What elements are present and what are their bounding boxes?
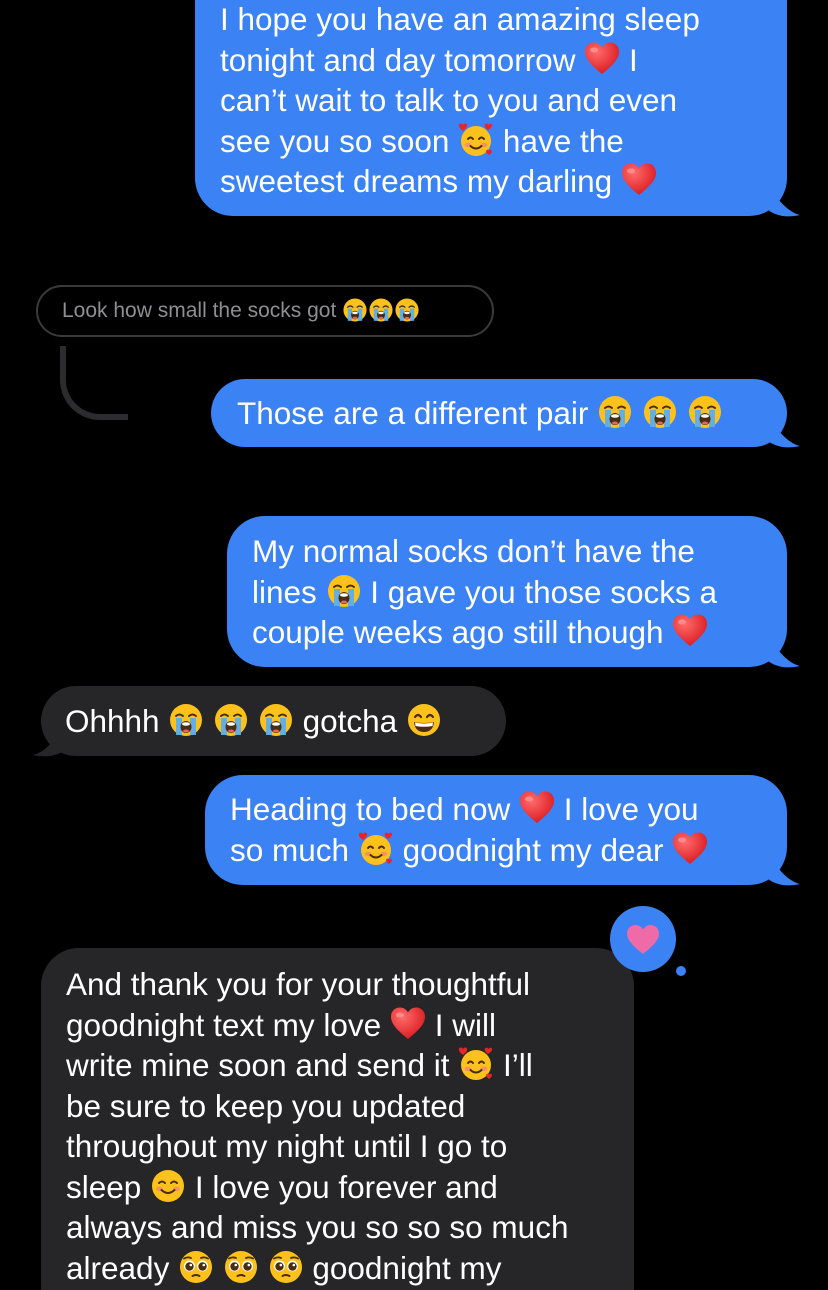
message-text: I gave you those socks a xyxy=(361,573,717,610)
smiling-face-with-hearts-emoji-icon xyxy=(458,122,494,158)
sent-message-bubble[interactable]: Those are a different pair xyxy=(211,379,787,447)
message-text: gotcha xyxy=(293,703,406,739)
pleading-face-emoji-icon xyxy=(223,1249,259,1285)
loudly-crying-face-emoji-icon xyxy=(168,702,204,738)
message-text: have the xyxy=(494,122,624,159)
message-text-line: Heading to bed now I love you xyxy=(230,789,767,830)
smiling-face-with-hearts-emoji-icon xyxy=(358,831,394,867)
message-text: sleep xyxy=(66,1168,151,1205)
message-text: And thank you for your thoughtful xyxy=(66,966,531,1002)
red-heart-emoji-icon xyxy=(519,790,555,826)
smiling-face-with-hearts-emoji-icon xyxy=(458,1046,494,1082)
pleading-face-emoji-icon xyxy=(268,1249,304,1285)
message-text: already xyxy=(66,1249,179,1286)
message-text: throughout my night until I go to xyxy=(66,1128,508,1164)
message-text: I love you forever and xyxy=(186,1168,498,1205)
message-text: Heading to bed now xyxy=(230,791,519,827)
message-text xyxy=(259,1250,268,1286)
received-message-bubble[interactable]: Ohhhh gotcha xyxy=(41,686,506,756)
message-text xyxy=(249,703,258,739)
message-text-line: already goodnight my xyxy=(66,1248,614,1289)
message-text: I hope you have an amazing sleep xyxy=(220,1,700,37)
message-text: I love you xyxy=(554,791,699,827)
message-text-line: Those are a different pair xyxy=(237,393,767,434)
message-text-line: throughout my night until I go to xyxy=(66,1126,614,1167)
message-text: lines xyxy=(252,573,326,610)
loudly-crying-face-emoji-icon xyxy=(597,394,633,430)
message-text: see you so soon xyxy=(220,122,459,159)
message-text-line: see you so soon have the xyxy=(220,121,767,162)
message-text: write mine soon and send it xyxy=(66,1047,459,1083)
heart-icon xyxy=(627,925,659,954)
message-text-line: can’t wait to talk to you and even xyxy=(220,80,767,121)
reply-thread-line xyxy=(60,346,128,420)
message-text: can’t wait to talk to you and even xyxy=(220,82,678,118)
message-text-line: couple weeks ago still though xyxy=(252,612,767,653)
message-text: so much xyxy=(230,831,358,868)
loudly-crying-face-emoji-icon xyxy=(326,573,362,609)
message-text: goodnight my xyxy=(303,1249,502,1286)
message-text: Those are a different pair xyxy=(237,395,598,431)
message-text: be sure to keep you updated xyxy=(66,1087,466,1124)
message-text-line: sweetest dreams my darling xyxy=(220,161,767,202)
message-text: I will xyxy=(425,1006,496,1043)
sent-message-bubble[interactable]: Heading to bed now I love you so much goo… xyxy=(205,775,787,885)
message-text xyxy=(214,1250,223,1286)
red-heart-emoji-icon xyxy=(621,162,657,198)
tapback-tail-dot xyxy=(676,966,686,976)
sent-message-bubble[interactable]: My normal socks don’t have the lines I ga… xyxy=(227,516,787,667)
message-text: couple weeks ago still though xyxy=(252,614,673,650)
message-text: goodnight text my love xyxy=(66,1006,390,1043)
message-text-line: Look how small the socks got xyxy=(62,297,420,323)
sent-message-bubble[interactable]: I hope you have an amazing sleep tonight … xyxy=(195,0,787,216)
loudly-crying-face-emoji-icon xyxy=(368,297,394,323)
received-message-bubble[interactable]: And thank you for your thoughtful goodnig… xyxy=(41,948,634,1290)
loudly-crying-face-emoji-icon xyxy=(213,702,249,738)
message-text-line: goodnight text my love I will xyxy=(66,1005,614,1046)
message-text xyxy=(633,395,642,431)
message-text-line: be sure to keep you updated xyxy=(66,1086,614,1127)
loudly-crying-face-emoji-icon xyxy=(642,394,678,430)
loudly-crying-face-emoji-icon xyxy=(687,394,723,430)
message-text xyxy=(204,703,213,739)
message-text: I’ll xyxy=(494,1047,533,1083)
loudly-crying-face-emoji-icon xyxy=(258,702,294,738)
message-text-line: My normal socks don’t have the xyxy=(252,531,767,572)
message-text: goodnight my dear xyxy=(393,831,673,868)
message-text: I xyxy=(620,41,638,78)
message-text-line: tonight and day tomorrow I xyxy=(220,40,767,81)
message-text: sweetest dreams my darling xyxy=(220,163,621,199)
message-text xyxy=(678,395,687,431)
message-text-line: And thank you for your thoughtful xyxy=(66,964,614,1005)
grinning-face-emoji-icon xyxy=(406,702,442,738)
message-text: Look how small the socks got xyxy=(62,299,343,322)
message-text-line: Ohhhh gotcha xyxy=(65,701,486,742)
message-text: Ohhhh xyxy=(65,703,169,739)
red-heart-emoji-icon xyxy=(672,831,708,867)
quoted-message[interactable]: Look how small the socks got xyxy=(36,285,494,337)
message-text: tonight and day tomorrow xyxy=(220,41,585,78)
heart-tapback-reaction[interactable] xyxy=(610,906,676,972)
message-text-line: I hope you have an amazing sleep xyxy=(220,0,767,40)
red-heart-emoji-icon xyxy=(672,613,708,649)
message-text-line: lines I gave you those socks a xyxy=(252,572,767,613)
red-heart-emoji-icon xyxy=(584,41,620,77)
loudly-crying-face-emoji-icon xyxy=(394,297,420,323)
message-text-line: always and miss you so so so much xyxy=(66,1207,614,1248)
smiling-face-emoji-icon xyxy=(150,1168,186,1204)
message-text-line: so much goodnight my dear xyxy=(230,830,767,871)
red-heart-emoji-icon xyxy=(390,1006,426,1042)
message-text: always and miss you so so so much xyxy=(66,1209,569,1245)
message-text: My normal socks don’t have the xyxy=(252,533,695,569)
loudly-crying-face-emoji-icon xyxy=(342,297,368,323)
message-text-line: write mine soon and send it I’ll xyxy=(66,1045,614,1086)
message-text-line: sleep I love you forever and xyxy=(66,1167,614,1208)
pleading-face-emoji-icon xyxy=(178,1249,214,1285)
